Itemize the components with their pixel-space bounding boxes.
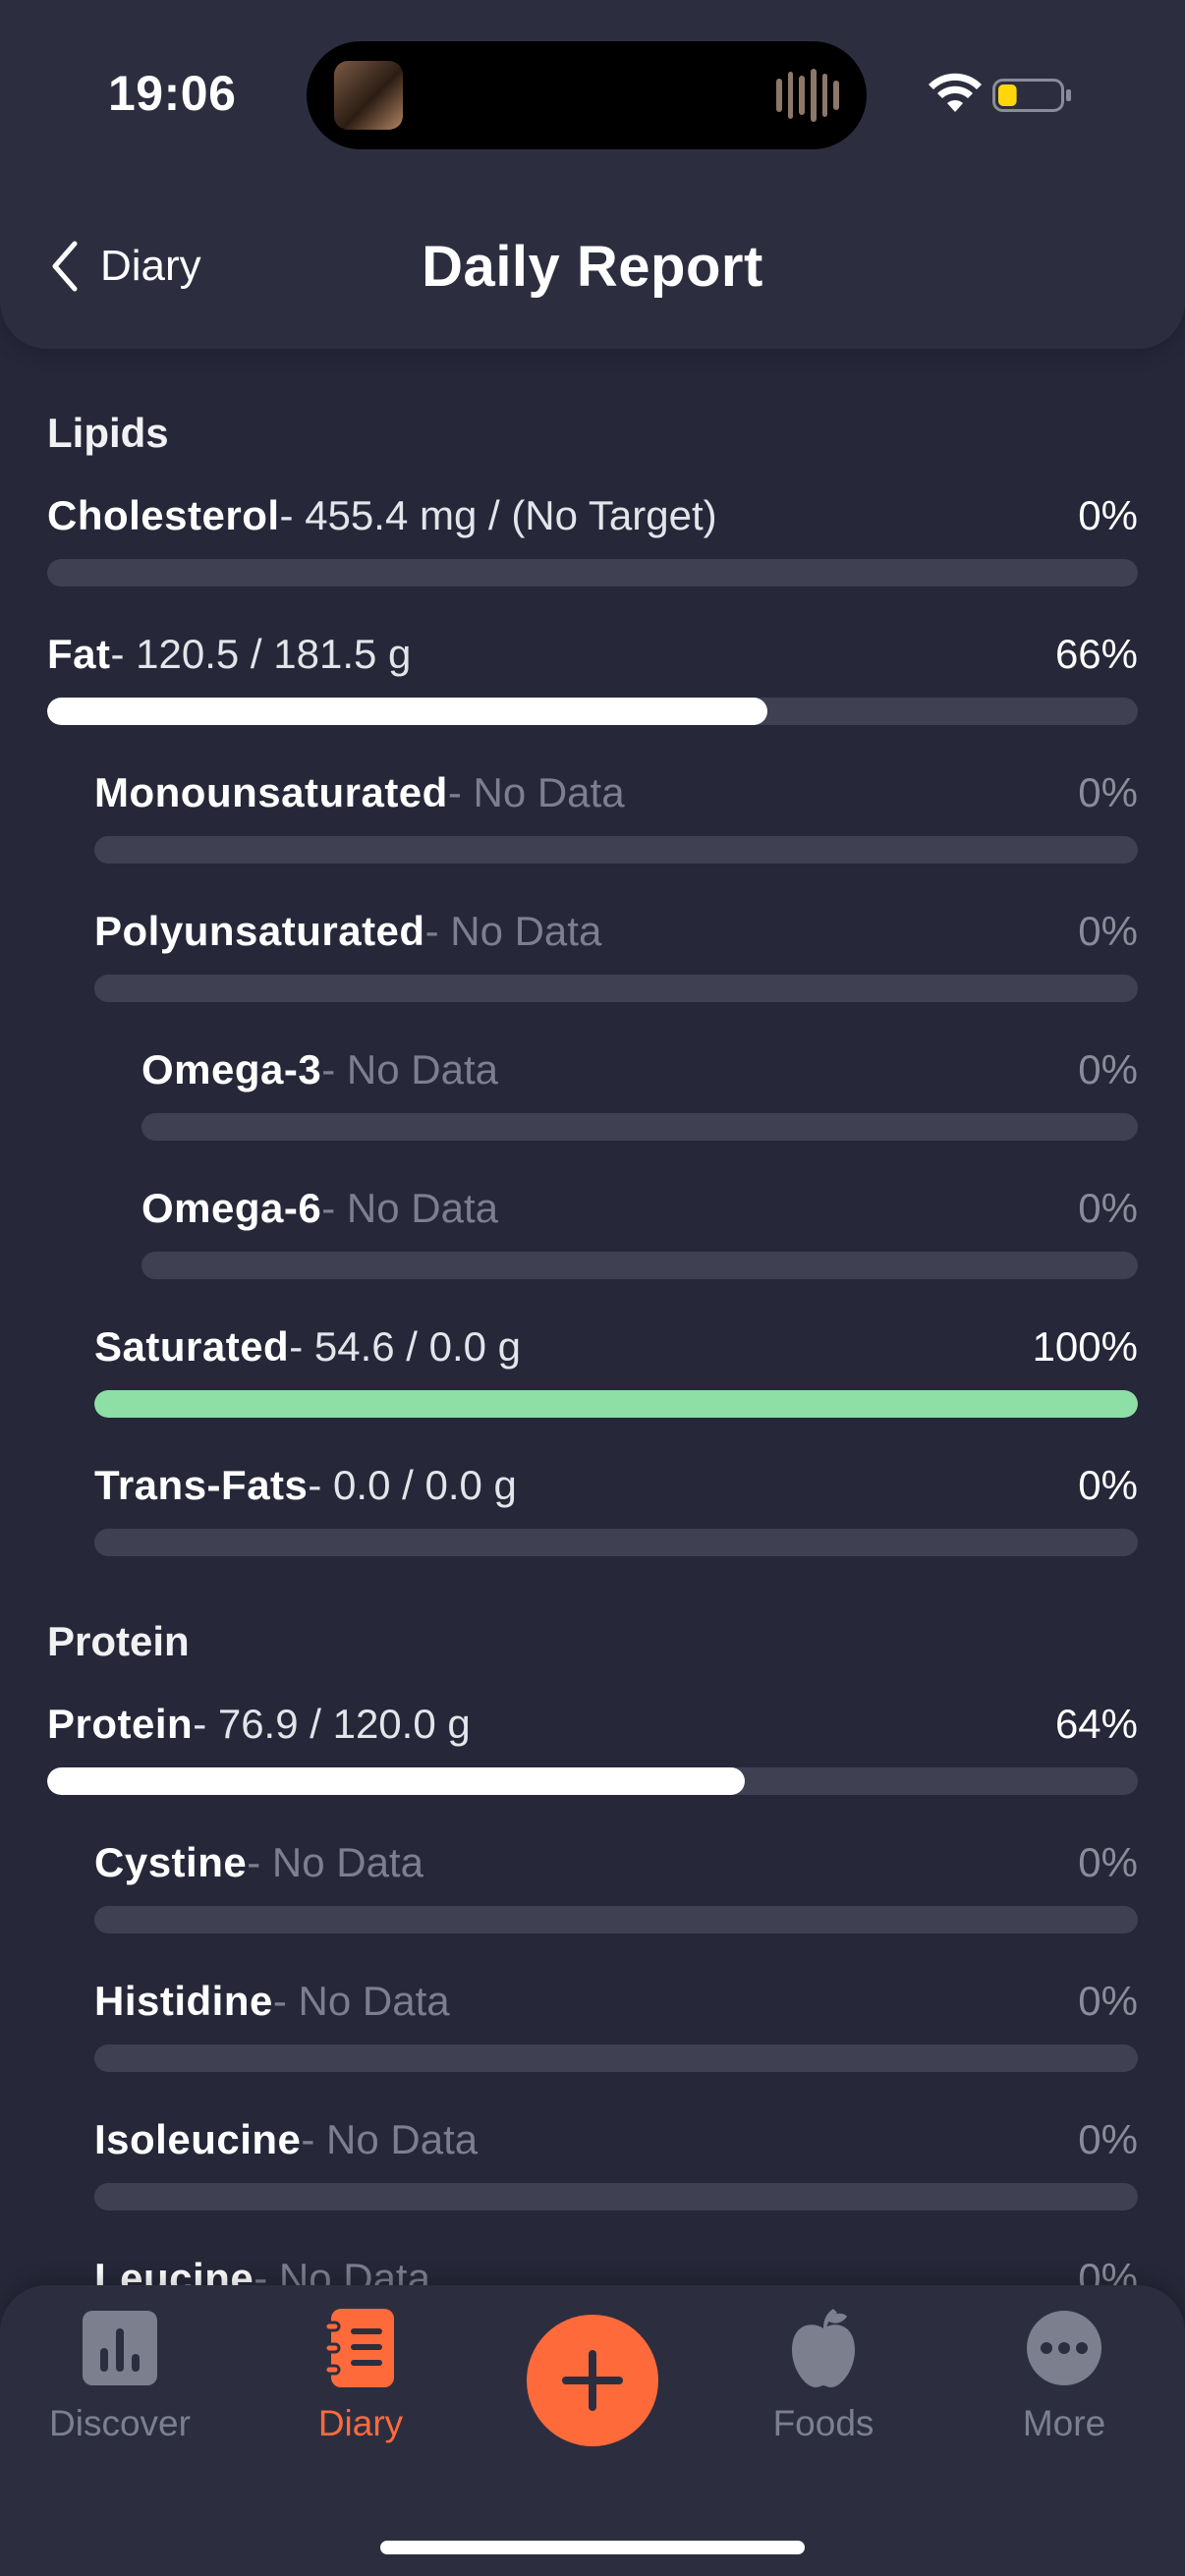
nutrient-value: - 455.4 mg / (No Target)	[279, 492, 717, 538]
nutrient-row-omega-3[interactable]: Omega-3- No Data 0%	[141, 1042, 1138, 1141]
nutrient-row-cystine[interactable]: Cystine- No Data 0%	[94, 1835, 1138, 1933]
nutrient-value: - 120.5 / 181.5 g	[110, 631, 412, 677]
nutrient-row-omega-6[interactable]: Omega-6- No Data 0%	[141, 1181, 1138, 1279]
nutrient-name: Fat	[47, 631, 111, 677]
progress-track	[94, 836, 1138, 864]
tab-foods[interactable]: Foods	[725, 2307, 922, 2464]
nutrient-value: - 76.9 / 120.0 g	[193, 1701, 471, 1747]
more-dots-icon	[1027, 2311, 1101, 2385]
progress-fill	[47, 1767, 746, 1795]
nutrient-percent: 66%	[1054, 631, 1138, 677]
status-time: 19:06	[108, 66, 237, 121]
nutrient-name: Protein	[47, 1701, 194, 1747]
nutrient-row-protein[interactable]: Protein- 76.9 / 120.0 g 64%	[47, 1697, 1138, 1795]
progress-fill	[94, 1390, 1138, 1418]
nutrient-row-monounsaturated[interactable]: Monounsaturated- No Data 0%	[94, 765, 1138, 864]
daily-report-screen: 19:06 Diary Daily Report Lipids Choleste…	[0, 0, 1185, 2576]
add-button[interactable]	[527, 2315, 658, 2446]
audio-waveform-icon	[776, 69, 840, 122]
nutrient-percent: 0%	[1078, 1046, 1138, 1092]
nutrient-name: Cholesterol	[47, 492, 280, 538]
dynamic-island[interactable]	[307, 41, 867, 149]
nutrient-percent: 0%	[1078, 1839, 1138, 1885]
nutrient-percent: 0%	[1078, 1462, 1138, 1508]
nutrient-percent: 64%	[1054, 1701, 1138, 1747]
nutrient-name: Cystine	[94, 1839, 248, 1885]
progress-track	[47, 559, 1138, 587]
tab-label: Discover	[49, 2403, 191, 2443]
nutrient-percent: 0%	[1078, 769, 1138, 815]
progress-track	[141, 1252, 1138, 1279]
nutrient-name: Saturated	[94, 1323, 290, 1370]
header: 19:06 Diary Daily Report	[0, 0, 1185, 349]
tab-more[interactable]: More	[966, 2307, 1162, 2464]
nutrient-value: - 0.0 / 0.0 g	[308, 1462, 517, 1508]
nutrient-name: Omega-6	[141, 1185, 322, 1231]
nutrient-row-fat[interactable]: Fat- 120.5 / 181.5 g 66%	[47, 627, 1138, 725]
tab-label: More	[1022, 2403, 1106, 2443]
section-title-protein: Protein	[47, 1618, 190, 1664]
apple-icon	[792, 2309, 855, 2387]
nutrient-percent: 0%	[1078, 1185, 1138, 1231]
notebook-icon	[323, 2309, 394, 2387]
bottom-tab-bar: Discover Diary Foods More	[0, 2285, 1185, 2576]
nutrient-row-polyunsaturated[interactable]: Polyunsaturated- No Data 0%	[94, 904, 1138, 1002]
nutrient-value: - No Data	[301, 2116, 479, 2162]
wifi-icon	[929, 73, 982, 112]
progress-track	[47, 1767, 1138, 1795]
nutrient-value: - 54.6 / 0.0 g	[289, 1323, 522, 1370]
nutrient-row-isoleucine[interactable]: Isoleucine- No Data 0%	[94, 2112, 1138, 2211]
section-title-lipids: Lipids	[47, 410, 169, 456]
nutrient-value: - No Data	[321, 1046, 498, 1092]
nutrient-value: - No Data	[272, 1978, 450, 2024]
tab-label: Foods	[772, 2403, 875, 2443]
nutrient-value: - No Data	[447, 769, 625, 815]
progress-track	[94, 975, 1138, 1002]
nutrient-percent: 0%	[1078, 2116, 1138, 2162]
nutrient-percent: 0%	[1078, 908, 1138, 954]
progress-track	[94, 2183, 1138, 2211]
tab-diary[interactable]: Diary	[262, 2307, 459, 2464]
nutrient-name: Polyunsaturated	[94, 908, 425, 954]
progress-track	[141, 1113, 1138, 1141]
progress-fill	[47, 698, 767, 725]
nutrient-name: Monounsaturated	[94, 769, 448, 815]
nutrient-name: Omega-3	[141, 1046, 322, 1092]
progress-track	[47, 698, 1138, 725]
page-title: Daily Report	[422, 235, 763, 299]
battery-icon	[992, 79, 1071, 112]
tab-discover[interactable]: Discover	[22, 2307, 218, 2464]
nutrient-value: - No Data	[424, 908, 602, 954]
nutrient-percent: 0%	[1078, 492, 1138, 538]
nutrient-name: Trans-Fats	[94, 1462, 309, 1508]
nutrient-row-trans-fats[interactable]: Trans-Fats- 0.0 / 0.0 g 0%	[94, 1458, 1138, 1556]
nutrient-percent: 100%	[1032, 1323, 1138, 1370]
progress-track	[94, 2044, 1138, 2072]
progress-track	[94, 1529, 1138, 1556]
nutrient-row-saturated[interactable]: Saturated- 54.6 / 0.0 g 100%	[94, 1319, 1138, 1418]
progress-track	[94, 1390, 1138, 1418]
now-playing-artwork	[334, 61, 403, 130]
home-indicator[interactable]	[380, 2541, 805, 2554]
nutrient-row-cholesterol[interactable]: Cholesterol- 455.4 mg / (No Target) 0%	[47, 488, 1138, 587]
progress-track	[94, 1906, 1138, 1933]
nutrient-name: Histidine	[94, 1978, 273, 2024]
nutrient-percent: 0%	[1078, 1978, 1138, 2024]
nutrient-name: Isoleucine	[94, 2116, 302, 2162]
nutrient-value: - No Data	[321, 1185, 498, 1231]
bar-chart-icon	[83, 2311, 157, 2385]
tab-label: Diary	[317, 2403, 404, 2443]
plus-icon	[562, 2350, 623, 2411]
nutrient-value: - No Data	[247, 1839, 423, 1885]
nutrient-row-histidine[interactable]: Histidine- No Data 0%	[94, 1974, 1138, 2072]
